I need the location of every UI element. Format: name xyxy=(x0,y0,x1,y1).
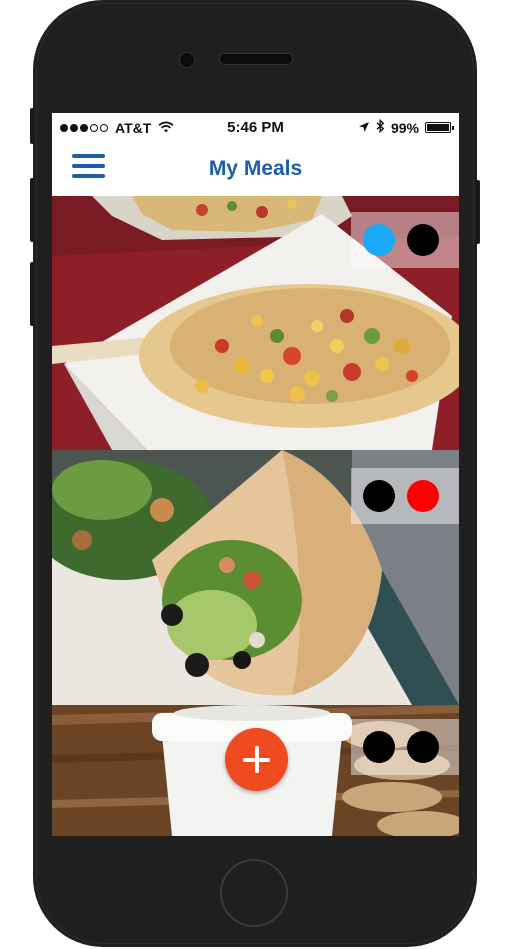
color-tag-panel xyxy=(351,212,459,268)
volume-up-button xyxy=(30,178,34,242)
status-right: 99% xyxy=(358,118,454,136)
front-camera xyxy=(179,52,195,68)
home-button[interactable] xyxy=(220,859,288,927)
navigation-bar: My Meals xyxy=(52,143,459,196)
color-tag-dot[interactable] xyxy=(363,480,395,512)
color-tag-dot[interactable] xyxy=(407,224,439,256)
mute-switch xyxy=(30,108,34,144)
location-arrow-icon xyxy=(358,120,370,136)
hamburger-menu-icon[interactable] xyxy=(72,154,106,180)
color-tag-dot[interactable] xyxy=(407,480,439,512)
bluetooth-icon xyxy=(376,118,385,136)
battery-cap xyxy=(452,126,454,130)
volume-down-button xyxy=(30,262,34,326)
battery-level-fill xyxy=(427,124,449,131)
meal-card[interactable] xyxy=(52,450,459,705)
app-screen: AT&T 5:46 PM 99% My Meals xyxy=(52,113,459,836)
battery-icon xyxy=(425,122,454,133)
status-bar: AT&T 5:46 PM 99% xyxy=(52,113,459,143)
battery-percent: 99% xyxy=(390,119,419,136)
color-tag-panel xyxy=(351,719,459,775)
color-tag-panel xyxy=(351,468,459,524)
power-button xyxy=(476,180,480,244)
color-tag-dot[interactable] xyxy=(363,224,395,256)
add-meal-button[interactable] xyxy=(225,728,288,791)
page-title: My Meals xyxy=(208,157,303,180)
color-tag-dot[interactable] xyxy=(363,731,395,763)
color-tag-dot[interactable] xyxy=(407,731,439,763)
earpiece-speaker xyxy=(219,53,293,65)
meal-card[interactable] xyxy=(52,196,459,450)
